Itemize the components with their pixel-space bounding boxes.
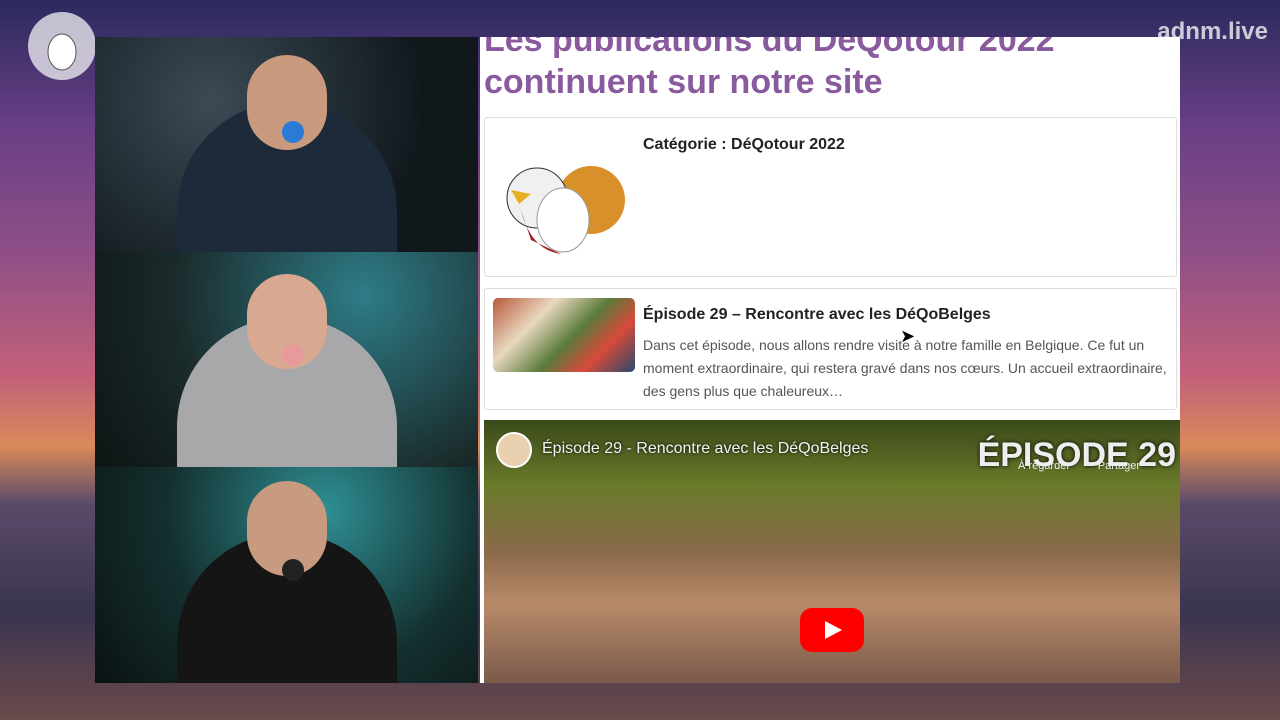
post-title[interactable]: Épisode 29 – Rencontre avec les DéQoBelg… xyxy=(643,306,991,324)
post-card[interactable]: Épisode 29 – Rencontre avec les DéQoBelg… xyxy=(484,288,1177,410)
microphone-icon xyxy=(281,121,304,143)
category-card[interactable]: Catégorie : DéQotour 2022 xyxy=(484,117,1177,277)
watch-later-button[interactable]: À regarder xyxy=(1018,460,1070,472)
channel-avatar[interactable] xyxy=(496,432,532,468)
heading-line-1: Les publications du DéQotour 2022 xyxy=(484,37,1055,59)
webcam-host-3 xyxy=(95,467,478,683)
video-title[interactable]: Épisode 29 - Rencontre avec les DéQoBelg… xyxy=(542,440,868,458)
microphone-icon xyxy=(281,344,304,366)
webcam-host-1 xyxy=(95,37,478,252)
post-thumbnail[interactable] xyxy=(493,298,635,372)
episode-badge: ÉPISODE 29 xyxy=(977,436,1176,474)
webpage: Les publications du DéQotour 2022 contin… xyxy=(480,37,1180,683)
webcam-host-2 xyxy=(95,252,478,467)
share-button[interactable]: Partager xyxy=(1098,460,1140,472)
category-title[interactable]: Catégorie : DéQotour 2022 xyxy=(643,136,845,154)
page-heading: Les publications du DéQotour 2022 contin… xyxy=(480,37,1180,103)
mouse-cursor-icon: ➤ xyxy=(900,326,916,346)
microphone-icon xyxy=(281,559,304,581)
play-button[interactable] xyxy=(800,608,864,652)
eagle-lion-sheep-emblem xyxy=(506,166,625,254)
youtube-embed[interactable]: Épisode 29 - Rencontre avec les DéQoBelg… xyxy=(484,420,1180,683)
heading-line-2: continuent sur notre site xyxy=(484,63,883,101)
